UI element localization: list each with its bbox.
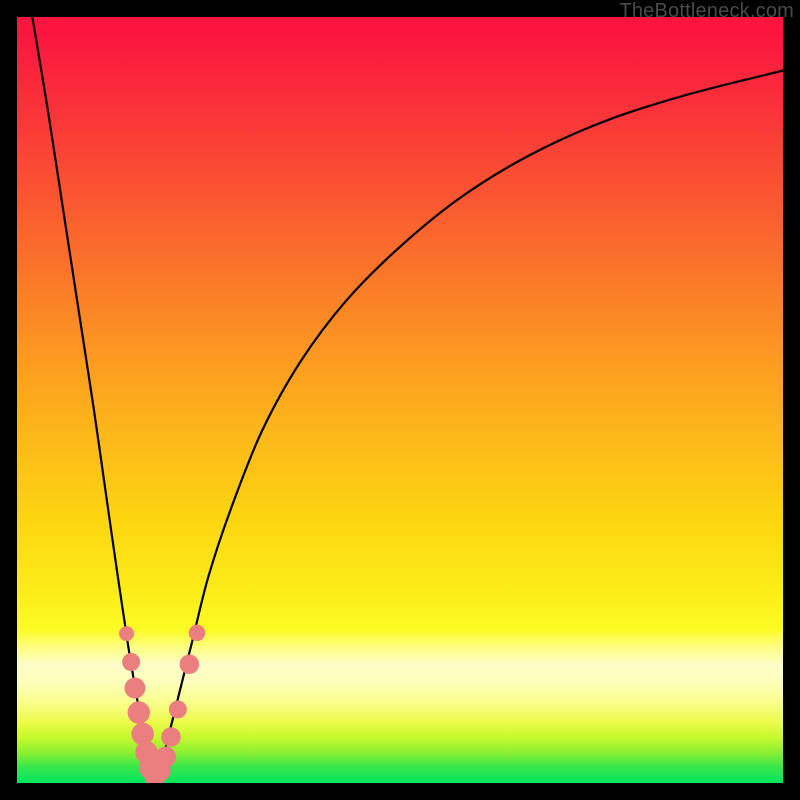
- data-point: [155, 746, 176, 767]
- data-point: [124, 678, 145, 699]
- data-point: [128, 701, 151, 724]
- data-point: [161, 727, 181, 747]
- plot-area: [17, 17, 783, 783]
- curve-right-curve: [155, 71, 783, 778]
- data-point: [119, 626, 134, 641]
- data-point: [189, 625, 206, 642]
- data-point: [169, 700, 187, 718]
- data-point: [180, 655, 200, 675]
- chart-frame: TheBottleneck.com: [0, 0, 800, 800]
- watermark-text: TheBottleneck.com: [619, 0, 794, 23]
- data-point: [122, 653, 140, 671]
- chart-svg: [17, 17, 783, 783]
